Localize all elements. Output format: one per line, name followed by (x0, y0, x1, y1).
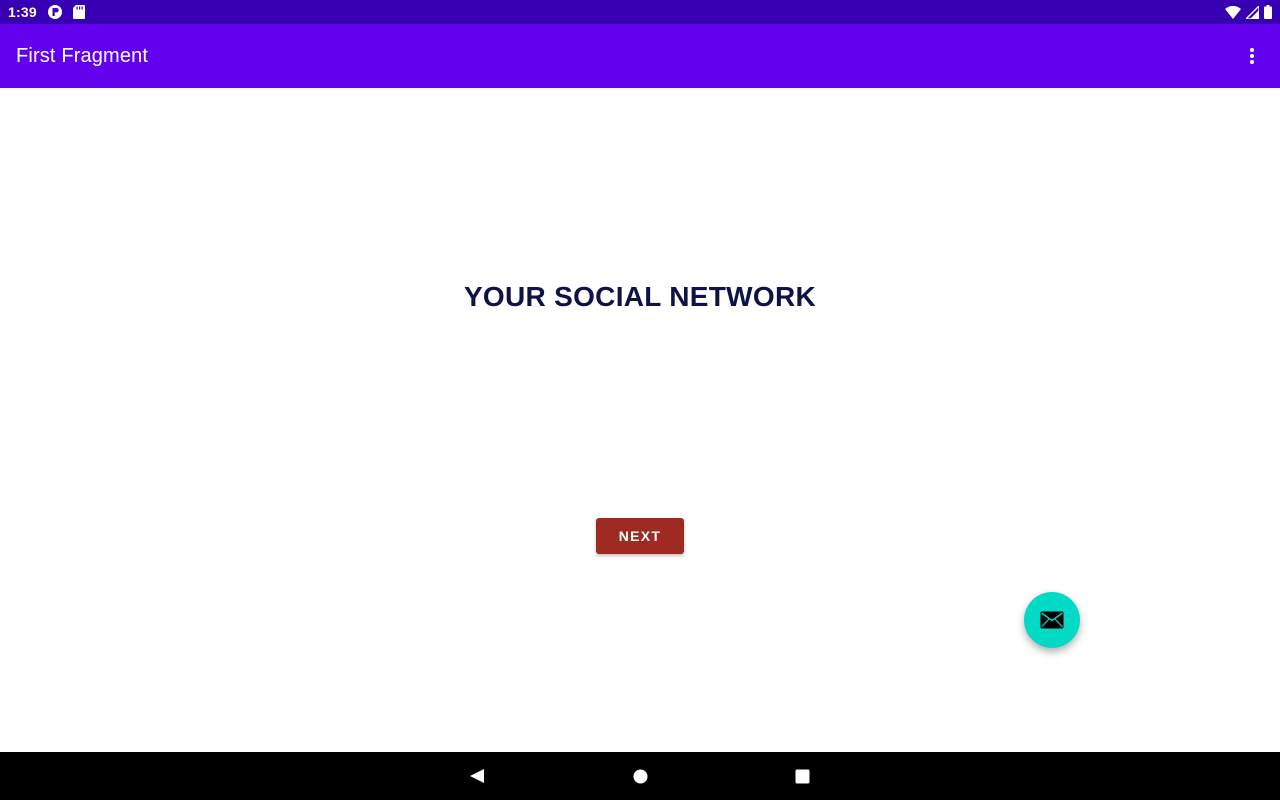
email-icon (1040, 611, 1064, 629)
wifi-icon (1225, 5, 1241, 19)
page-heading: YOUR SOCIAL NETWORK (463, 281, 817, 312)
next-button[interactable]: NEXT (596, 518, 684, 554)
status-right (1225, 5, 1272, 19)
notification-app-icon (47, 4, 63, 20)
status-left: 1:39 (8, 4, 85, 20)
back-icon[interactable] (463, 762, 491, 790)
home-icon[interactable] (626, 762, 654, 790)
app-bar: First Fragment (0, 24, 1280, 88)
sd-card-icon (72, 5, 85, 19)
email-fab-button[interactable] (1024, 592, 1080, 648)
status-time: 1:39 (8, 4, 37, 20)
cellular-signal-icon (1246, 5, 1259, 19)
more-vert-icon[interactable] (1240, 36, 1264, 76)
app-title: First Fragment (16, 44, 149, 67)
fragment-content: YOUR SOCIAL NETWORK NEXT (0, 88, 1280, 752)
battery-icon (1264, 5, 1272, 19)
recents-icon[interactable] (788, 762, 816, 790)
status-bar: 1:39 (0, 0, 1280, 24)
navigation-bar (0, 752, 1280, 800)
